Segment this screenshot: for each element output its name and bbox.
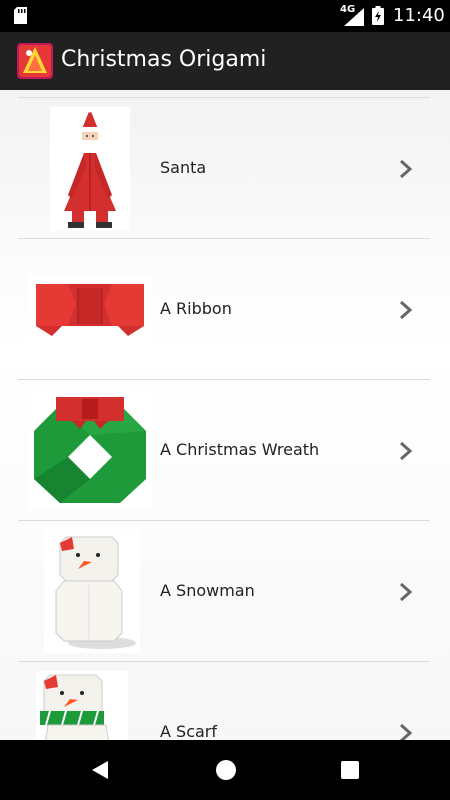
chevron-right-icon xyxy=(400,723,413,740)
list-item-scarf[interactable]: A Scarf xyxy=(18,661,430,740)
santa-origami-image xyxy=(50,107,130,231)
list-item-label: A Ribbon xyxy=(160,299,232,318)
signal-indicator: 4G xyxy=(340,4,364,26)
list-item-label: A Christmas Wreath xyxy=(160,440,320,459)
app-bar: Christmas Origami xyxy=(0,32,450,90)
origami-list: Santa A Ribbon A Christmas Wreath A Snow… xyxy=(0,90,450,740)
status-bar: 4G 11:40 xyxy=(0,0,450,32)
list-item-ribbon[interactable]: A Ribbon xyxy=(18,238,430,380)
list-item-label: A Scarf xyxy=(160,722,217,740)
snowman-origami-image xyxy=(44,529,140,653)
wreath-origami-image xyxy=(28,391,152,509)
chevron-right-icon xyxy=(400,441,413,461)
recents-icon[interactable] xyxy=(341,761,359,779)
list-item-snowman[interactable]: A Snowman xyxy=(18,520,430,662)
chevron-right-icon xyxy=(400,159,413,179)
back-icon[interactable] xyxy=(90,760,110,780)
list-item-wreath[interactable]: A Christmas Wreath xyxy=(18,379,430,521)
sd-card-icon xyxy=(14,7,27,24)
app-title: Christmas Origami xyxy=(61,47,267,72)
list-item-label: A Snowman xyxy=(160,581,255,600)
signal-icon xyxy=(344,8,364,26)
chevron-right-icon xyxy=(400,300,413,320)
status-time: 11:40 xyxy=(393,5,445,26)
scarf-origami-image xyxy=(36,671,128,740)
chevron-right-icon xyxy=(400,582,413,602)
list-item-santa[interactable]: Santa xyxy=(18,97,430,239)
home-icon[interactable] xyxy=(215,759,237,781)
battery-icon xyxy=(372,6,384,25)
app-icon xyxy=(17,43,53,79)
list-item-label: Santa xyxy=(160,158,207,177)
navigation-bar xyxy=(0,740,450,800)
ribbon-origami-image xyxy=(28,274,152,346)
